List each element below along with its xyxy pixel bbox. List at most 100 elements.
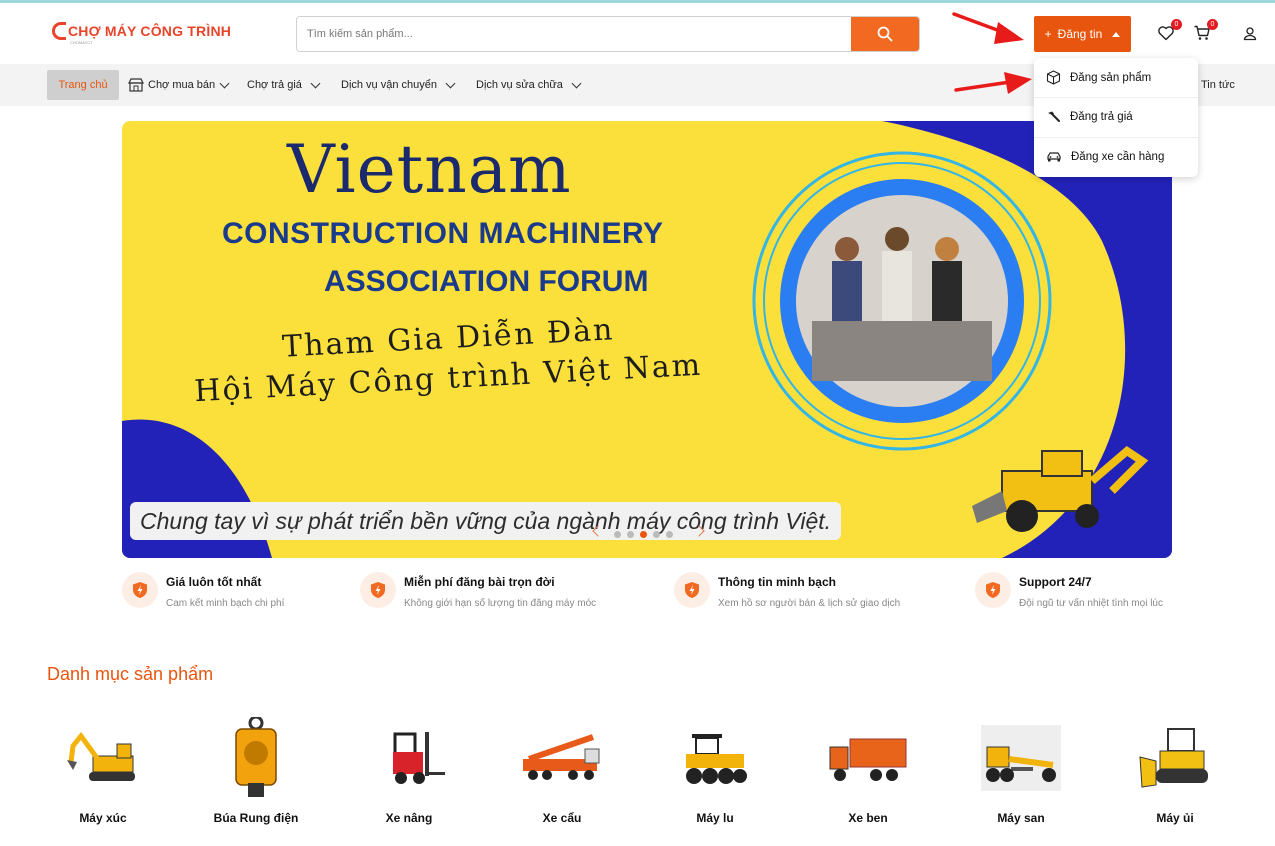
chevron-down-icon — [571, 78, 582, 88]
category-label: Máy lu — [696, 811, 734, 825]
category-item[interactable]: Xe ben — [813, 718, 923, 825]
dump-truck-icon — [813, 718, 923, 798]
chevron-down-icon — [445, 78, 456, 88]
bulldozer-icon — [1120, 718, 1230, 798]
feature-subtitle: Không giới hạn số lượng tin đăng máy móc — [404, 598, 597, 609]
post-listing-button[interactable]: + Đăng tin — [1034, 16, 1131, 52]
wishlist-count-badge: 0 — [1171, 19, 1182, 30]
feature-item: Miễn phí đăng bài trọn đời Không giới hạn… — [360, 572, 596, 609]
category-label: Máy san — [997, 811, 1045, 825]
motor-grader-icon — [966, 718, 1076, 798]
nav-item-label: Chợ mua bán — [148, 79, 216, 91]
shield-icon — [674, 572, 710, 608]
box-icon — [1046, 70, 1061, 85]
vibro-hammer-icon — [201, 717, 311, 798]
category-label: Búa Rung điện — [213, 811, 299, 825]
category-item[interactable]: Xe cẩu — [507, 718, 617, 825]
nav-item-label: Tin tức — [1201, 79, 1235, 91]
category-label: Xe cẩu — [542, 811, 582, 825]
user-icon — [1243, 27, 1257, 41]
feature-title: Giá luôn tốt nhất — [166, 575, 262, 589]
category-item[interactable]: Máy lu — [660, 718, 770, 825]
nav-item-label: Dịch vụ vận chuyển — [341, 79, 437, 91]
category-section-title: Danh mục sản phẩm — [47, 664, 214, 684]
feature-subtitle: Đội ngũ tư vấn nhiệt tình mọi lúc — [1019, 598, 1163, 609]
carousel-dot[interactable] — [614, 531, 621, 538]
chevron-down-icon — [310, 78, 321, 88]
banner-title: Vietnam — [287, 131, 572, 208]
feature-subtitle: Cam kết minh bạch chi phí — [166, 598, 285, 609]
category-item[interactable]: Xe nâng — [354, 718, 464, 825]
feature-item: Giá luôn tốt nhất Cam kết minh bạch chi p… — [122, 572, 284, 609]
nav-item-bidding[interactable]: Chợ trả giá — [247, 64, 321, 106]
search-input[interactable] — [297, 17, 851, 51]
cart-button[interactable]: 0 — [1193, 19, 1218, 44]
crane-truck-icon — [507, 718, 617, 798]
cart-count-badge: 0 — [1207, 19, 1218, 30]
feature-title: Support 24/7 — [1019, 575, 1092, 589]
feature-item: Thông tin minh bạch Xem hồ sơ người bán &… — [674, 572, 900, 609]
search-icon — [877, 26, 893, 42]
category-item[interactable]: Máy ủi — [1120, 718, 1230, 825]
car-icon — [1047, 152, 1061, 162]
banner-subtitle: CONSTRUCTION MACHINERY — [222, 217, 664, 250]
shield-icon — [975, 572, 1011, 608]
store-icon — [128, 78, 144, 92]
nav-item-label: Chợ trả giá — [247, 79, 302, 91]
hammer-icon — [1048, 111, 1060, 122]
carousel-dot[interactable] — [666, 531, 673, 538]
forklift-icon — [354, 718, 464, 798]
nav-item-label: Dịch vụ sửa chữa — [476, 79, 563, 91]
site-logo[interactable]: CHỢ MÁY CÔNG TRÌNH CHOMAYCT — [52, 22, 232, 45]
post-listing-label: Đăng tin — [1057, 27, 1103, 41]
account-button[interactable] — [1242, 26, 1262, 46]
nav-item-news[interactable]: Tin tức — [1201, 64, 1235, 106]
category-label: Máy xúc — [79, 811, 127, 825]
category-label: Xe nâng — [385, 811, 433, 825]
wishlist-button[interactable]: 0 — [1157, 19, 1182, 44]
dropdown-item-label: Đăng trả giá — [1070, 111, 1133, 123]
feature-title: Miễn phí đăng bài trọn đời — [404, 575, 555, 589]
shield-icon — [360, 572, 396, 608]
logo-subtext: CHOMAYCT — [70, 40, 93, 45]
category-item[interactable]: Máy xúc — [48, 718, 158, 825]
search-button[interactable] — [851, 17, 919, 51]
dropdown-item-post-bid[interactable]: Đăng trả giá — [1034, 97, 1198, 136]
dropdown-item-label: Đăng xe cần hàng — [1071, 151, 1165, 163]
logo-mark — [52, 22, 66, 40]
excavator-icon — [48, 718, 158, 798]
carousel-dot[interactable] — [653, 531, 660, 538]
banner-slogan: Chung tay vì sự phát triển bền vững của … — [130, 502, 842, 540]
carousel-dots — [614, 531, 673, 538]
top-accent-line — [0, 0, 1275, 3]
annotation-arrow-icon — [952, 12, 1024, 44]
category-item[interactable]: Búa Rung điện — [201, 717, 311, 825]
search-bar — [296, 16, 920, 52]
feature-item: Support 24/7 Đội ngũ tư vấn nhiệt tình mọ… — [975, 572, 1163, 609]
plus-icon: + — [1044, 27, 1052, 41]
logo-text: CHỢ MÁY CÔNG TRÌNH — [68, 23, 232, 39]
annotation-arrow-icon — [954, 72, 1032, 94]
category-label: Xe ben — [848, 811, 888, 825]
chevron-down-icon — [219, 78, 230, 88]
feature-title: Thông tin minh bạch — [718, 575, 836, 589]
category-label: Máy ủi — [1156, 811, 1194, 825]
dropdown-item-post-vehicle[interactable]: Đăng xe cần hàng — [1034, 137, 1198, 176]
banner-subtitle-2: ASSOCIATION FORUM — [324, 265, 649, 298]
nav-item-marketplace[interactable]: Chợ mua bán — [128, 64, 230, 106]
caret-up-icon — [1112, 31, 1121, 37]
dropdown-item-post-product[interactable]: Đăng sản phẩm — [1034, 58, 1198, 97]
category-item[interactable]: Máy san — [966, 718, 1076, 825]
feature-subtitle: Xem hồ sơ người bán & lịch sử giao dịch — [718, 598, 901, 609]
carousel-dot-active[interactable] — [640, 531, 647, 538]
nav-item-repair[interactable]: Dịch vụ sửa chữa — [476, 64, 582, 106]
carousel-dot[interactable] — [627, 531, 634, 538]
dropdown-item-label: Đăng sản phẩm — [1070, 71, 1152, 84]
shield-icon — [122, 572, 158, 608]
nav-item-transport[interactable]: Dịch vụ vận chuyển — [341, 64, 456, 106]
nav-home[interactable]: Trang chủ — [47, 70, 119, 100]
hero-banner[interactable]: Vietnam CONSTRUCTION MACHINERY ASSOCIATI… — [122, 121, 1172, 558]
post-dropdown-menu: Đăng sản phẩm Đăng trả giá Đăng xe cần h… — [1034, 58, 1198, 177]
road-roller-icon — [660, 718, 770, 798]
banner-background-graphic — [122, 121, 1172, 558]
